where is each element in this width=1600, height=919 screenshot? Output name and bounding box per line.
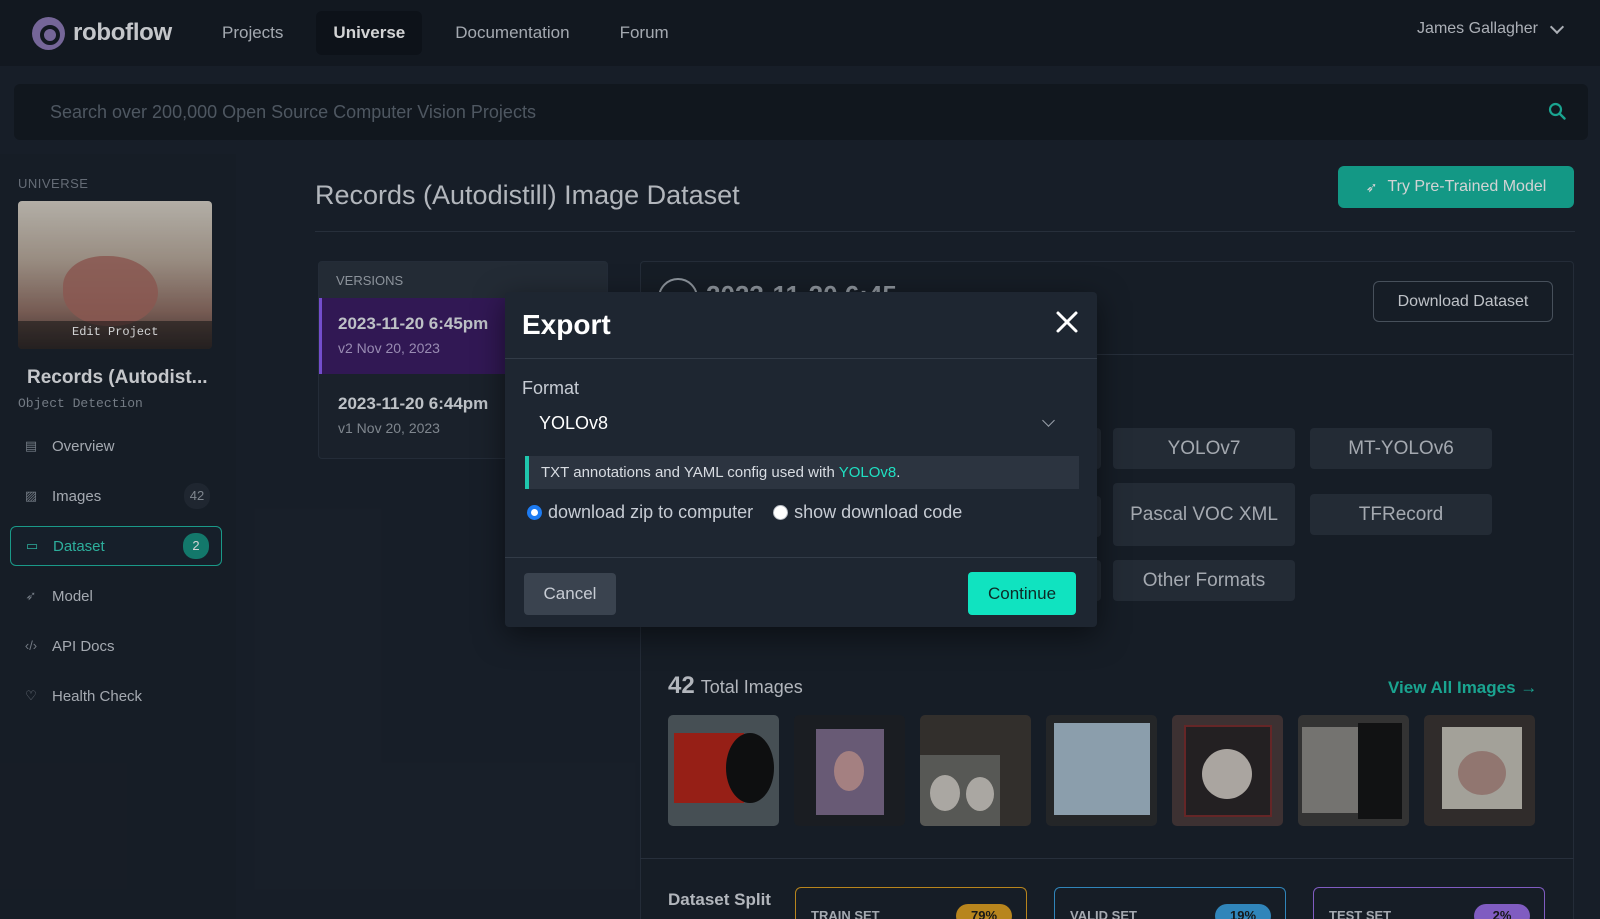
radio-show-code[interactable] [773,505,789,520]
cancel-button[interactable]: Cancel [524,573,616,615]
option-show-code[interactable]: show download code [773,502,962,523]
close-icon[interactable] [1055,310,1079,334]
format-info: TXT annotations and YAML config used wit… [525,456,1079,489]
format-select-value: YOLOv8 [539,412,609,433]
modal-title: Export [522,309,611,340]
option-download-zip[interactable]: download zip to computer [527,502,753,523]
chevron-down-icon [1042,414,1055,427]
radio-download-zip[interactable] [527,505,542,520]
format-label: Format [522,378,580,398]
format-link[interactable]: YOLOv8 [839,464,897,481]
format-select[interactable]: YOLOv8 [522,402,1077,444]
download-options: download zip to computer show download c… [527,502,982,523]
export-modal: Export Format YOLOv8 TXT annotations and… [505,292,1097,627]
continue-button[interactable]: Continue [968,572,1076,615]
